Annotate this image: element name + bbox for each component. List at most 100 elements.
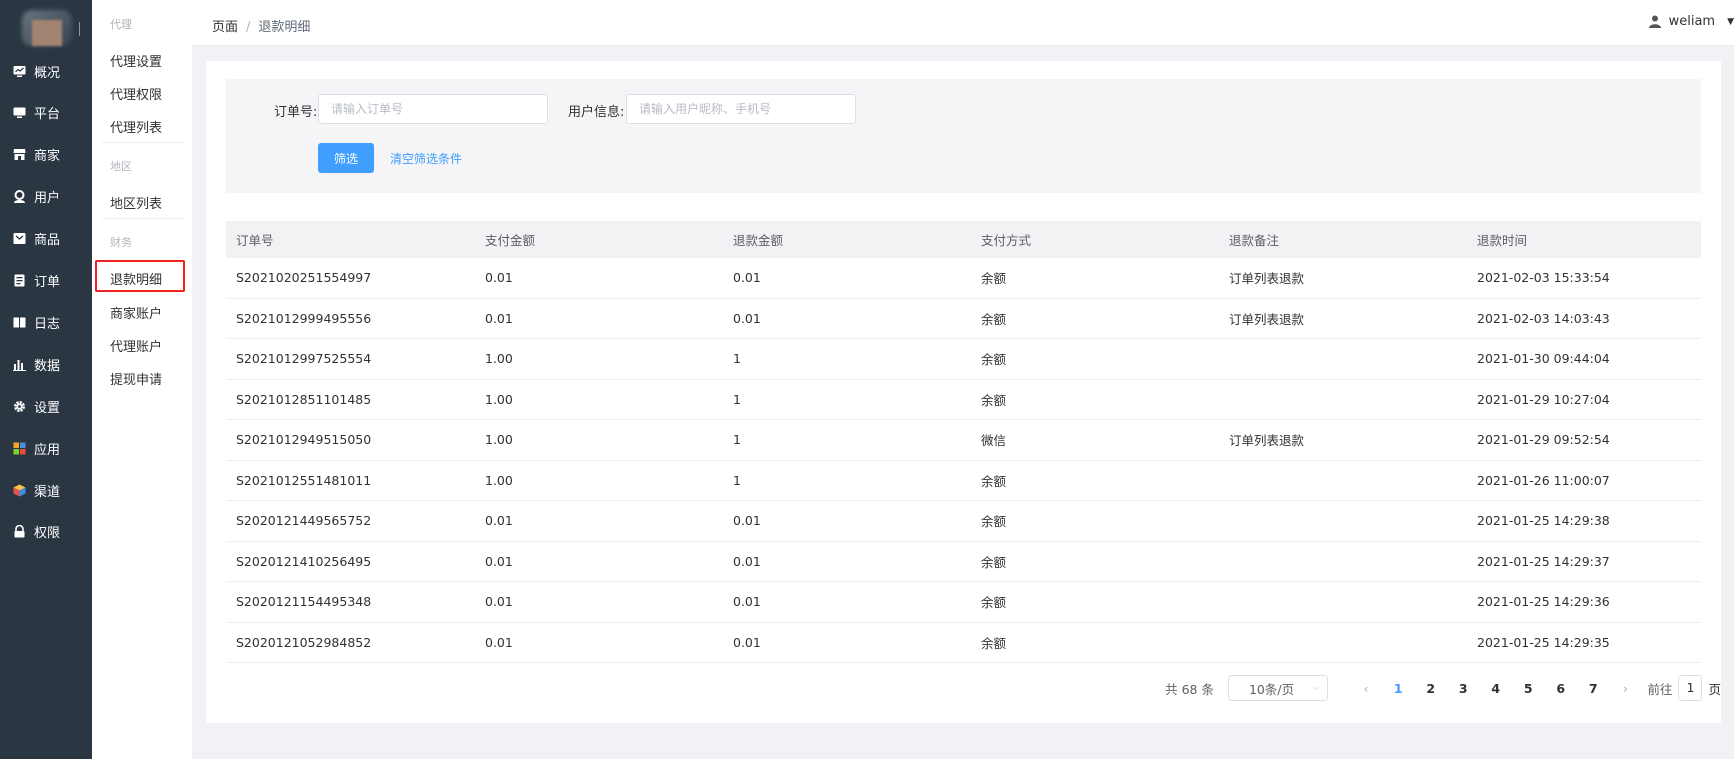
table-cell: 1.00 <box>485 391 513 407</box>
column-header: 退款金额 <box>733 233 784 248</box>
user-info-label: 用户信息: <box>568 105 625 120</box>
subnav-item-merchant-account[interactable]: 商家账户 <box>110 303 162 322</box>
table-cell: 余额 <box>981 514 1007 530</box>
nav-item[interactable]: 概况 <box>0 50 92 92</box>
subnav-item-agent-settings[interactable]: 代理设置 <box>110 51 162 70</box>
table-row[interactable]: S2021012551481011 1.00 1 余额 2021-01-26 11:00… <box>226 461 1701 501</box>
apps-grid-icon <box>13 442 26 455</box>
nav-item-label: 订单 <box>34 275 61 290</box>
user-icon <box>1648 15 1661 28</box>
page-number-button[interactable]: 2 <box>1414 681 1447 696</box>
page-number-button[interactable]: 5 <box>1512 681 1545 696</box>
table-cell: 1.00 <box>485 351 513 367</box>
table-row[interactable]: S2020121410256495 0.01 0.01 余额 2021-01-25 14… <box>226 542 1701 582</box>
table-cell: 1 <box>733 432 741 448</box>
breadcrumb-current: 退款明细 <box>258 20 311 35</box>
nav-item[interactable]: 用户 <box>0 176 92 218</box>
next-page-button[interactable]: › <box>1609 681 1641 696</box>
table-row[interactable]: S2021012999495556 0.01 0.01 余额 订单列表退款 2021-02… <box>226 299 1701 339</box>
subnav-item-agent-account[interactable]: 代理账户 <box>110 336 162 355</box>
table-cell: 1 <box>733 391 741 407</box>
refund-table: 订单号 支付金额 退款金额 支付方式 退款备注 退款时间 S202102025155499… <box>226 221 1701 663</box>
table-row[interactable]: S2021020251554997 0.01 0.01 余额 订单列表退款 2021-02… <box>226 258 1701 299</box>
table-cell: S2020121410256495 <box>236 553 372 569</box>
chevron-down-icon: ▼ <box>1727 16 1734 27</box>
goto-suffix: 页 <box>1708 681 1721 697</box>
subnav-item-agent-permissions[interactable]: 代理权限 <box>110 84 162 103</box>
subnav-group-region: 地区 <box>110 160 132 173</box>
page-size-select[interactable]: 10条/页 ⌵ <box>1227 675 1328 701</box>
logo <box>22 10 72 46</box>
nav-item[interactable]: 平台 <box>0 92 92 134</box>
nav-item[interactable]: 应用 <box>0 427 92 469</box>
nav-item[interactable]: 数据 <box>0 343 92 385</box>
main-nav: 概况平台商家 用户 商品订单日志数据 设置应用渠道 权限 <box>0 0 92 759</box>
table-row[interactable]: S2021012949515050 1.00 1 微信 订单列表退款 2021-01-29… <box>226 420 1701 461</box>
column-header: 支付金额 <box>485 233 536 248</box>
pagination: 共 68 条 10条/页 ⌵ ‹ 1234567 › 前往 1 页 <box>1165 675 1721 701</box>
nav-item[interactable]: 日志 <box>0 301 92 343</box>
table-cell: 2021-01-30 09:44:04 <box>1477 351 1610 367</box>
page-number-button[interactable]: 4 <box>1479 681 1512 696</box>
table-cell: 2021-02-03 14:03:43 <box>1477 310 1610 326</box>
page-number-button[interactable]: 7 <box>1577 681 1610 696</box>
table-cell: 0.01 <box>733 634 761 650</box>
user-info-input[interactable] <box>626 94 856 124</box>
nav-item[interactable]: 商品 <box>0 218 92 260</box>
nav-item[interactable]: 商家 <box>0 134 92 176</box>
nav-item-label: 平台 <box>34 107 61 123</box>
logo-divider <box>79 22 80 36</box>
table-cell: 余额 <box>981 595 1007 611</box>
table-cell: 0.01 <box>485 270 513 286</box>
store-icon <box>13 148 26 161</box>
table-cell: 2021-01-26 11:00:07 <box>1477 472 1610 488</box>
table-cell: 1 <box>733 351 741 367</box>
user-icon <box>13 190 26 204</box>
subnav-item-agent-list[interactable]: 代理列表 <box>110 117 162 136</box>
subnav-item-withdraw-requests[interactable]: 提现申请 <box>110 369 162 388</box>
subnav-divider <box>102 142 184 143</box>
table-row[interactable]: S2020121154495348 0.01 0.01 余额 2021-01-25 14… <box>226 582 1701 623</box>
nav-item-label: 日志 <box>34 316 61 332</box>
subnav-group-agent: 代理 <box>110 18 132 31</box>
table-row[interactable]: S2021012851101485 1.00 1 余额 2021-01-29 10:27… <box>226 380 1701 420</box>
nav-item-label: 概况 <box>34 65 61 81</box>
column-header: 退款备注 <box>1229 233 1280 248</box>
table-cell: 2021-01-29 10:27:04 <box>1477 391 1610 407</box>
prev-page-button[interactable]: ‹ <box>1350 681 1382 696</box>
nav-item[interactable]: 渠道 <box>0 469 92 511</box>
column-header: 支付方式 <box>981 233 1032 248</box>
order-number-input[interactable] <box>318 94 548 124</box>
table-cell: 0.01 <box>485 513 513 529</box>
table-cell: 1 <box>733 472 741 488</box>
table-cell: 0.01 <box>733 553 761 569</box>
nav-item-label: 应用 <box>34 442 61 458</box>
page-number-button[interactable]: 3 <box>1447 681 1480 696</box>
nav-item[interactable]: 权限 <box>0 511 92 553</box>
nav-item[interactable]: 订单 <box>0 260 92 302</box>
clear-filters-link[interactable]: 清空筛选条件 <box>390 150 462 167</box>
page-size-value: 10条/页 <box>1248 681 1295 697</box>
table-row[interactable]: S2021012997525554 1.00 1 余额 2021-01-30 09:44… <box>226 339 1701 380</box>
table-row[interactable]: S2020121052984852 0.01 0.01 余额 2021-01-25 14… <box>226 623 1701 663</box>
nav-item[interactable]: 设置 <box>0 385 92 427</box>
subnav-item-region-list[interactable]: 地区列表 <box>110 193 162 212</box>
user-menu[interactable]: weliam ▼ <box>1648 14 1734 29</box>
filter-button[interactable]: 筛选 <box>318 143 374 173</box>
table-cell: 余额 <box>981 271 1007 287</box>
table-cell: 订单列表退款 <box>1229 271 1305 287</box>
table-row[interactable]: S2020121449565752 0.01 0.01 余额 2021-01-25 14… <box>226 501 1701 542</box>
monitor-icon <box>13 106 26 119</box>
subnav-item-refund-details[interactable]: 退款明细 <box>110 269 162 288</box>
subnav-divider <box>102 218 184 219</box>
table-cell: 0.01 <box>485 634 513 650</box>
top-header: 页面 / 退款明细 weliam ▼ <box>192 0 1734 46</box>
page-number-button[interactable]: 6 <box>1544 681 1577 696</box>
total-count: 共 68 条 <box>1165 681 1214 697</box>
page-number-button[interactable]: 1 <box>1382 681 1415 696</box>
cube-icon <box>13 484 26 497</box>
breadcrumb-root[interactable]: 页面 <box>212 20 238 35</box>
goto-page-input[interactable]: 1 <box>1678 675 1703 701</box>
table-cell: S2020121154495348 <box>236 594 372 610</box>
table-cell: S2021012851101485 <box>236 391 372 407</box>
